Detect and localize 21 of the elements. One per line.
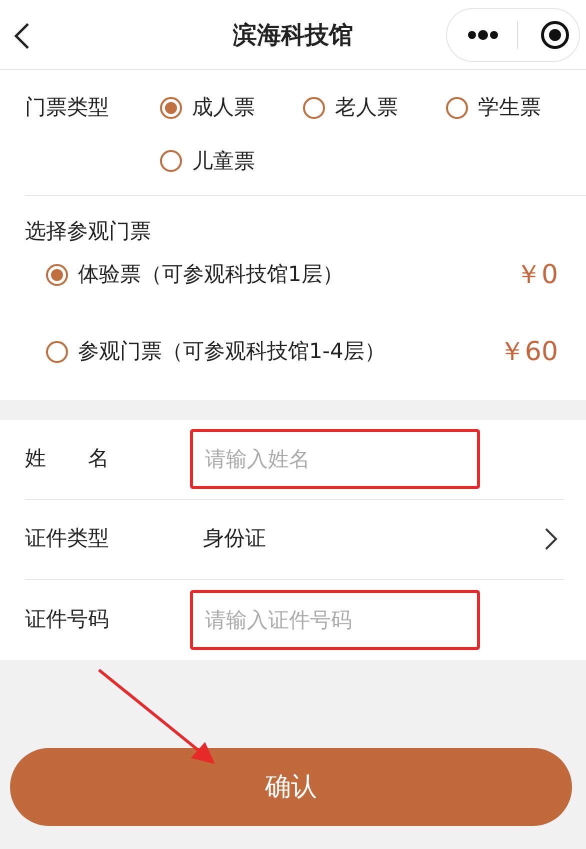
radio-option[interactable]: 儿童票 (160, 146, 303, 177)
price-text: ￥0 (515, 258, 558, 292)
radio-option[interactable]: 参观门票（可参观科技馆1-4层） (46, 336, 386, 368)
confirm-button[interactable]: 确认 (10, 748, 572, 826)
field-label: 证件号码 (25, 606, 110, 633)
radio-option[interactable]: 体验票（可参观科技馆1层） (46, 259, 344, 291)
price-text: ￥60 (498, 336, 558, 368)
select-value[interactable]: 身份证 (203, 523, 544, 555)
radio-option[interactable]: 老人票 (303, 92, 446, 124)
page-title: 滨海科技馆 (233, 20, 353, 50)
field-label: 姓 名 (25, 445, 110, 472)
field-label: 门票类型 (25, 94, 110, 121)
section-label: 选择参观门票 (24, 218, 152, 245)
radio-option[interactable]: 学生票 (446, 92, 586, 124)
back-icon[interactable] (12, 22, 32, 50)
more-icon[interactable] (467, 30, 499, 40)
field-label: 证件类型 (25, 525, 110, 552)
radio-option[interactable]: 成人票 (160, 92, 303, 124)
input-field[interactable]: 请输入证件号码 (190, 590, 480, 650)
chevron-icon (544, 527, 558, 551)
input-field[interactable]: 请输入姓名 (190, 429, 480, 489)
